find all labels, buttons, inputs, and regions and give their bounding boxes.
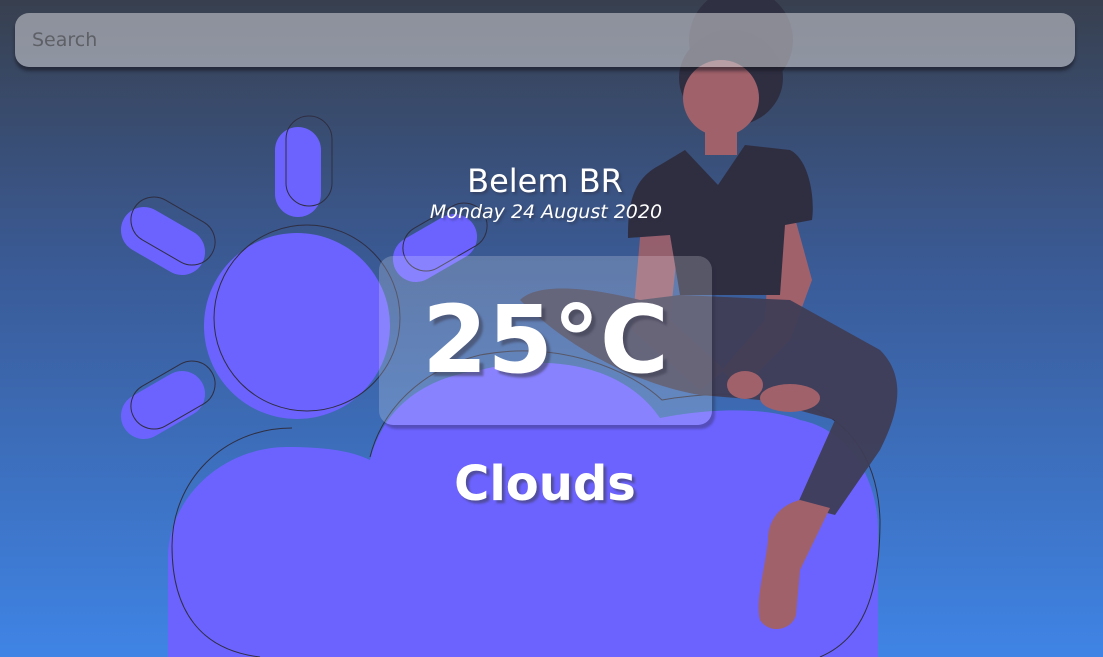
search-bar[interactable] xyxy=(15,13,1075,67)
current-date: Monday 24 August 2020 xyxy=(429,201,663,223)
location-name: Belem BR xyxy=(467,162,623,200)
temperature-value: 25°C xyxy=(422,285,669,395)
search-input[interactable] xyxy=(30,28,1060,52)
temperature-card: 25°C xyxy=(379,256,712,425)
weather-condition: Clouds xyxy=(454,456,636,512)
